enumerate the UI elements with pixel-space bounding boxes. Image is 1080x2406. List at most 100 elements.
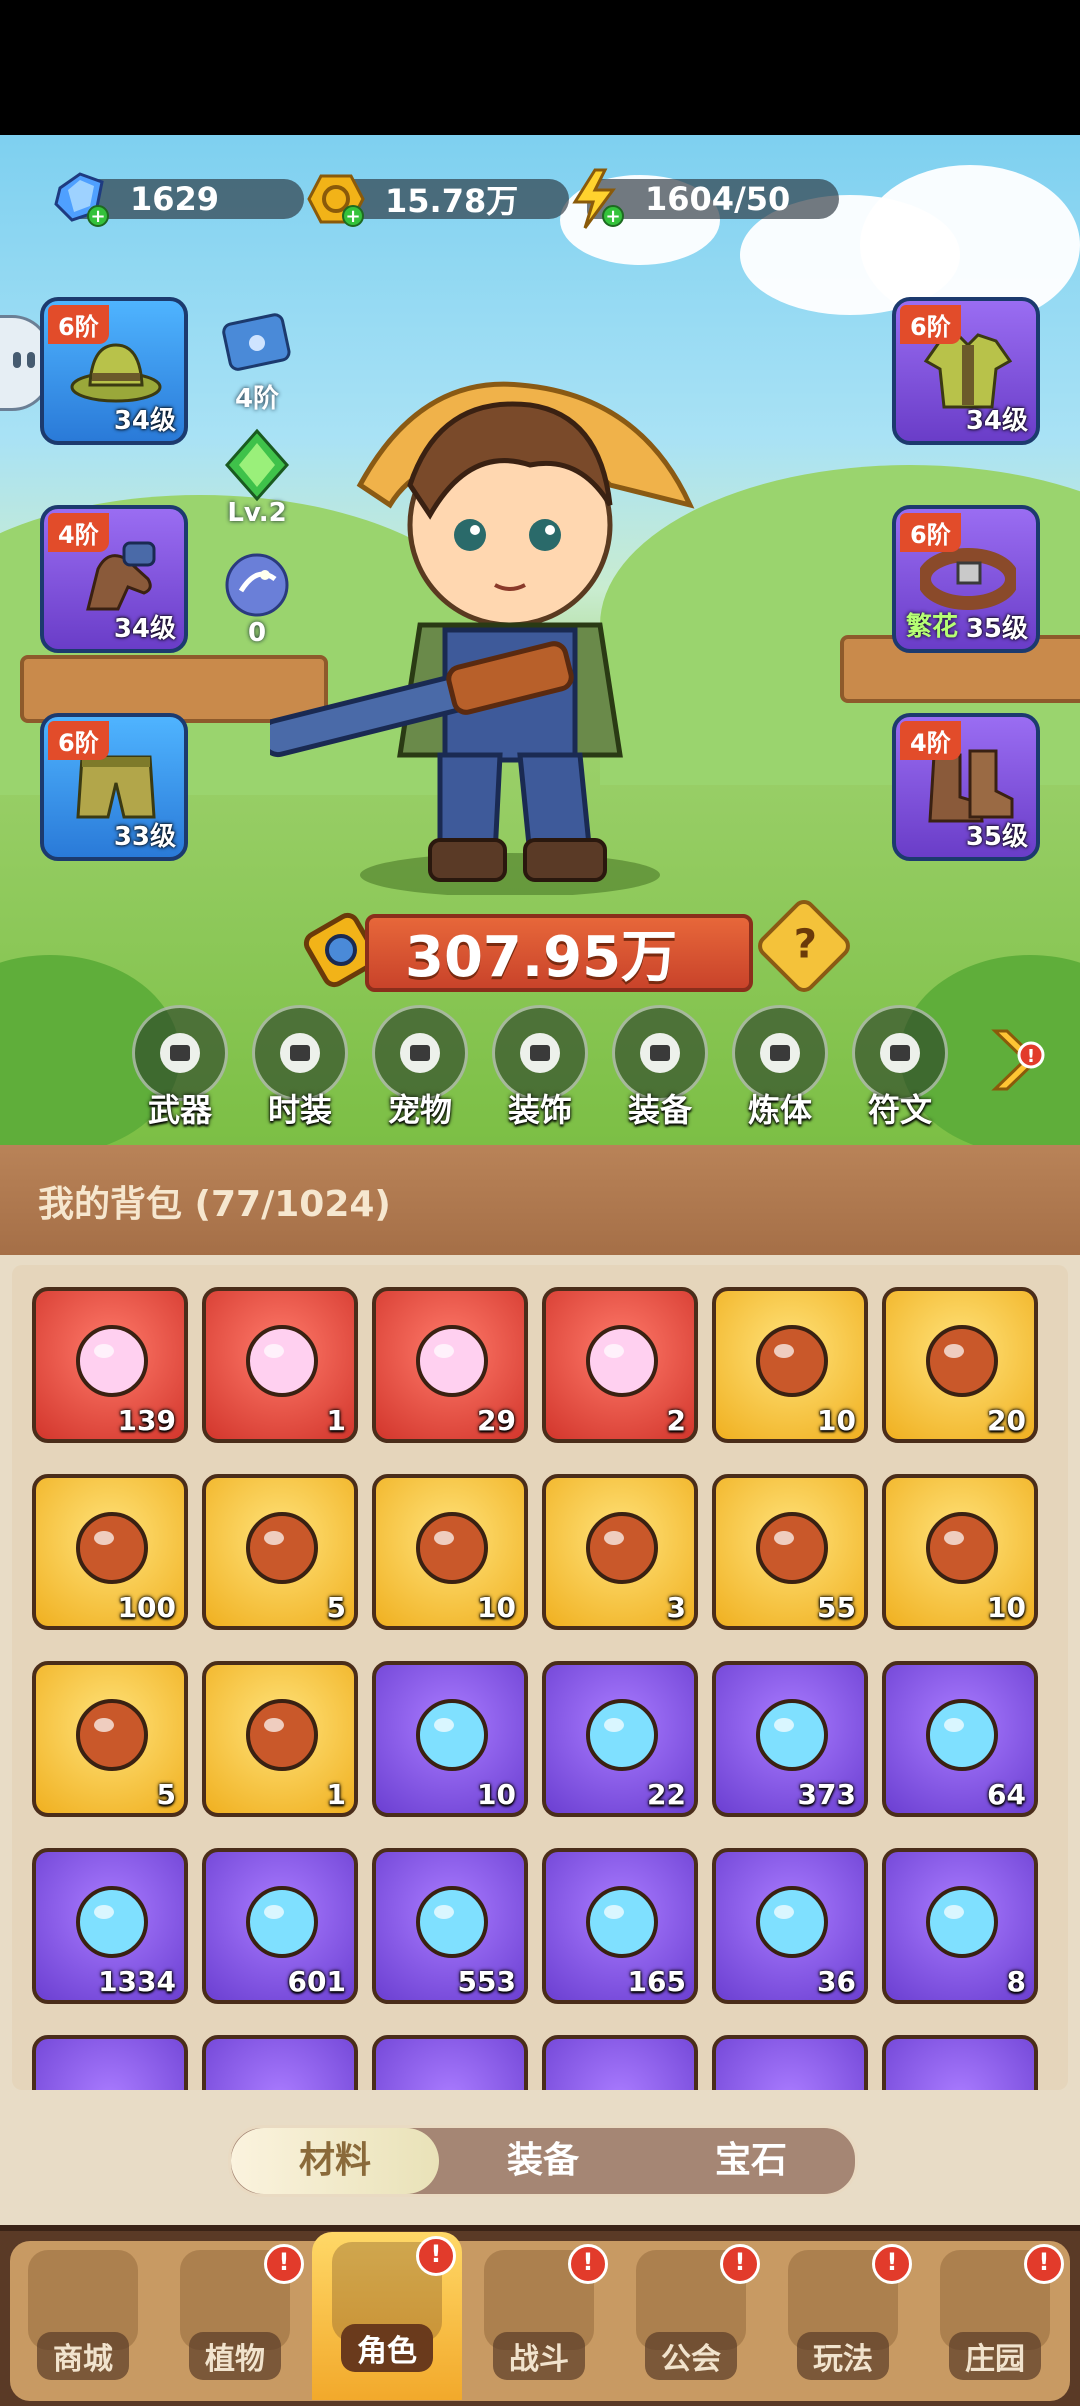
- bag-title: 我的背包 (77/1024): [38, 1184, 391, 1225]
- bag-item[interactable]: 20: [882, 1287, 1038, 1443]
- bag-item[interactable]: 553: [372, 1848, 528, 2004]
- equip-slot-boots[interactable]: 4阶 35级: [892, 713, 1040, 861]
- bag-item[interactable]: [712, 2035, 868, 2090]
- nav-label: 商城: [37, 2332, 129, 2380]
- bag-item[interactable]: 601: [202, 1848, 358, 2004]
- nav-plants[interactable]: 植物!: [160, 2240, 310, 2400]
- bag-item[interactable]: 55: [712, 1474, 868, 1630]
- owl-puzzle-icon: [76, 1699, 148, 1771]
- bag-tabs: 材料 装备 宝石: [228, 2125, 858, 2197]
- nav-guild[interactable]: 公会!: [616, 2240, 766, 2400]
- star-crystal-icon: [76, 1325, 148, 1397]
- tab-equipment[interactable]: 装备: [600, 1005, 720, 1135]
- bag-item[interactable]: [32, 2035, 188, 2090]
- svg-text:+: +: [605, 206, 620, 227]
- bag-item[interactable]: 22: [542, 1661, 698, 1817]
- help-button[interactable]: ?: [753, 895, 855, 997]
- item-quantity: 100: [117, 1591, 176, 1624]
- energy-resource[interactable]: + 1604/50: [565, 168, 839, 229]
- item-quantity: 5: [156, 1778, 176, 1811]
- item-quantity: 165: [627, 1965, 686, 1998]
- fire-scroll-icon: [246, 1886, 318, 1958]
- item-quantity: 20: [987, 1404, 1026, 1437]
- alert-badge: !: [568, 2244, 608, 2284]
- item-quantity: 1: [326, 1404, 346, 1437]
- bag-item[interactable]: 1334: [32, 1848, 188, 2004]
- bag-item[interactable]: 165: [542, 1848, 698, 2004]
- alert-badge: !: [264, 2244, 304, 2284]
- diamond-icon: +: [54, 172, 109, 227]
- status-bar: [0, 0, 1080, 135]
- item-quantity: 64: [987, 1778, 1026, 1811]
- bag-item[interactable]: 5: [32, 1661, 188, 1817]
- bag-item[interactable]: [882, 2035, 1038, 2090]
- tab-rune[interactable]: 符文: [840, 1005, 960, 1135]
- tier-badge: 6阶: [900, 513, 961, 552]
- tier-badge: 6阶: [48, 721, 109, 760]
- bag-item[interactable]: 8: [882, 1848, 1038, 2004]
- blue-scroll-icon: [76, 1886, 148, 1958]
- bag-item[interactable]: 2: [542, 1287, 698, 1443]
- category-label: 炼体: [747, 1091, 812, 1129]
- item-quantity: 29: [477, 1404, 516, 1437]
- bag-item[interactable]: 100: [32, 1474, 188, 1630]
- nav-battle[interactable]: 战斗!: [464, 2240, 614, 2400]
- bag-item[interactable]: 36: [712, 1848, 868, 2004]
- skull-scroll-icon: [756, 1325, 828, 1397]
- tab-pet[interactable]: 宠物: [360, 1005, 480, 1135]
- next-arrow-icon[interactable]: !: [985, 1025, 1045, 1095]
- bag-item[interactable]: 64: [882, 1661, 1038, 1817]
- tab-body-training[interactable]: 炼体: [720, 1005, 840, 1135]
- bag-item[interactable]: 1: [202, 1661, 358, 1817]
- bag-item[interactable]: 5: [202, 1474, 358, 1630]
- tab-decoration[interactable]: 装饰: [480, 1005, 600, 1135]
- bag-item[interactable]: 1: [202, 1287, 358, 1443]
- bag-item[interactable]: 373: [712, 1661, 868, 1817]
- bag-item[interactable]: 10: [372, 1474, 528, 1630]
- bag-item[interactable]: [372, 2035, 528, 2090]
- red-potion-icon: [416, 1325, 488, 1397]
- svg-text:+: +: [90, 206, 105, 227]
- bag-item[interactable]: [202, 2035, 358, 2090]
- spell-book-icon: [756, 1512, 828, 1584]
- tab-gems[interactable]: 宝石: [647, 2128, 855, 2194]
- blue-bud-icon: [756, 1886, 828, 1958]
- bag-item[interactable]: 10: [372, 1661, 528, 1817]
- tab-equipment[interactable]: 装备: [439, 2128, 647, 2194]
- diamond-resource[interactable]: + 1629: [50, 172, 304, 227]
- nav-manor[interactable]: 庄园!: [920, 2240, 1070, 2400]
- alert-badge: !: [720, 2244, 760, 2284]
- bag-header: 我的背包 (77/1024): [0, 1145, 1080, 1255]
- tab-weapon[interactable]: 武器: [120, 1005, 240, 1135]
- item-quantity: 55: [817, 1591, 856, 1624]
- orange-potion-icon: [76, 1512, 148, 1584]
- bag-item[interactable]: 10: [882, 1474, 1038, 1630]
- equip-slot-shirt[interactable]: 6阶 34级: [892, 297, 1040, 445]
- item-grid[interactable]: 139 1 29 2 10 20 100 5 10 3 55 10 5 1 10 22 373 64 1334 601…: [12, 1265, 1068, 2090]
- bag-item[interactable]: [542, 2035, 698, 2090]
- alert-badge: !: [1024, 2244, 1064, 2284]
- tab-materials[interactable]: 材料: [231, 2128, 439, 2194]
- nav-shop[interactable]: 商城: [8, 2240, 158, 2400]
- character-avatar[interactable]: [270, 335, 740, 895]
- bag-item[interactable]: 10: [712, 1287, 868, 1443]
- nav-gameplay[interactable]: 玩法!: [768, 2240, 918, 2400]
- nav-label: 玩法: [797, 2332, 889, 2380]
- bag-item[interactable]: 29: [372, 1287, 528, 1443]
- tab-costume[interactable]: 时装: [240, 1005, 360, 1135]
- item-quantity: 553: [457, 1965, 516, 1998]
- bag-item[interactable]: 139: [32, 1287, 188, 1443]
- gold-resource[interactable]: + 15.78万: [305, 174, 569, 227]
- rune-stone-icon: [926, 1325, 998, 1397]
- level-label: 33级: [113, 822, 176, 852]
- item-quantity: 36: [817, 1965, 856, 1998]
- item-quantity: 1334: [98, 1965, 176, 1998]
- bag-item[interactable]: 3: [542, 1474, 698, 1630]
- equip-slot-gloves[interactable]: 4阶 34级: [40, 505, 188, 653]
- equip-slot-pants[interactable]: 6阶 33级: [40, 713, 188, 861]
- nav-character[interactable]: 角色!: [312, 2232, 462, 2400]
- nav-label: 植物: [189, 2332, 281, 2380]
- chat-icon: [13, 352, 21, 368]
- equip-slot-hat[interactable]: 6阶 34级: [40, 297, 188, 445]
- equip-slot-belt[interactable]: 6阶 繁花 35级: [892, 505, 1040, 653]
